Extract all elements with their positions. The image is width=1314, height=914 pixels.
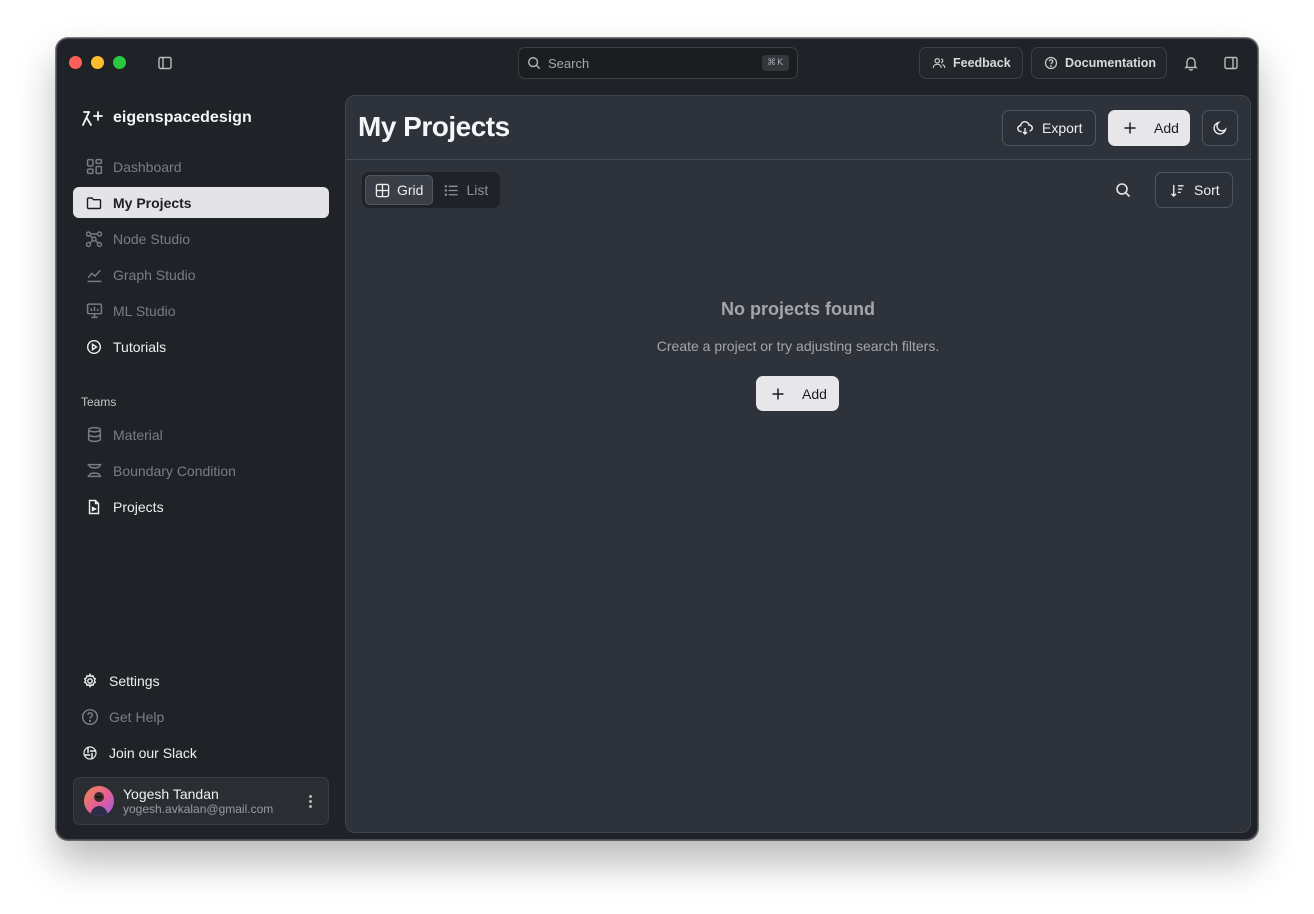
users-icon: [932, 56, 946, 70]
sidebar-item-ml-studio[interactable]: ML Studio: [73, 295, 329, 326]
plus-icon: [771, 387, 785, 401]
add-project-button[interactable]: Add: [1108, 110, 1190, 146]
sidebar-item-label: Settings: [109, 672, 160, 689]
list-view-tab[interactable]: List: [435, 175, 497, 205]
add-label: Add: [1154, 120, 1179, 136]
list-icon: [444, 183, 459, 198]
minimize-window-button[interactable]: [91, 56, 104, 69]
add-label: Add: [802, 385, 827, 402]
lambda-logo-icon: [81, 109, 105, 127]
sidebar-item-label: Get Help: [109, 708, 165, 725]
sort-button[interactable]: Sort: [1155, 172, 1233, 208]
grid-view-label: Grid: [397, 182, 424, 198]
search-input[interactable]: [548, 55, 756, 71]
export-button[interactable]: Export: [1002, 110, 1096, 146]
folder-icon: [85, 194, 103, 212]
user-name: Yogesh Tandan: [123, 785, 219, 802]
chart-line-icon: [85, 266, 103, 284]
cloud-download-icon: [1017, 120, 1033, 136]
sidebar-item-projects[interactable]: Projects: [73, 491, 329, 522]
presentation-icon: [85, 302, 103, 320]
user-email: yogesh.avkalan@gmail.com: [123, 801, 274, 816]
sort-label: Sort: [1194, 182, 1220, 198]
maximize-window-button[interactable]: [113, 56, 126, 69]
boundary-icon: [85, 462, 103, 480]
file-icon: [85, 498, 103, 516]
sidebar-item-get-help[interactable]: Get Help: [73, 701, 329, 732]
teams-section-label: Teams: [81, 395, 117, 409]
brand-name: eigenspacedesign: [113, 109, 252, 126]
gear-icon: [81, 672, 99, 690]
page-title: My Projects: [358, 111, 510, 142]
sidebar-toggle-icon[interactable]: [154, 52, 176, 74]
sidebar-item-label: Material: [113, 426, 163, 443]
documentation-label: Documentation: [1065, 56, 1156, 70]
sidebar-item-material[interactable]: Material: [73, 419, 329, 450]
sidebar-item-label: Dashboard: [113, 158, 182, 175]
shortcut-badge: ⌘K: [762, 55, 789, 71]
sidebar-item-label: My Projects: [113, 194, 192, 211]
database-icon: [85, 426, 103, 444]
avatar: [84, 786, 114, 816]
sidebar-item-node-studio[interactable]: Node Studio: [73, 223, 329, 254]
title-bar: ⌘K Feedback Documentation: [57, 39, 1257, 87]
view-toggle: Grid List: [362, 172, 501, 208]
sidebar-item-settings[interactable]: Settings: [73, 665, 329, 696]
main-panel: My Projects Export Add Grid List Sort No…: [345, 95, 1251, 833]
export-label: Export: [1042, 120, 1083, 136]
bell-icon[interactable]: [1180, 52, 1202, 74]
empty-state-description: Create a project or try adjusting search…: [656, 338, 940, 354]
sidebar-item-label: Boundary Condition: [113, 462, 236, 479]
right-panel-toggle-icon[interactable]: [1220, 52, 1242, 74]
dashboard-icon: [85, 158, 103, 176]
plus-icon: [1123, 121, 1137, 135]
sort-icon: [1170, 183, 1185, 198]
feedback-label: Feedback: [953, 56, 1011, 70]
search-bar[interactable]: ⌘K: [518, 47, 798, 79]
sidebar-item-graph-studio[interactable]: Graph Studio: [73, 259, 329, 290]
grid-icon: [375, 183, 390, 198]
nodes-icon: [85, 230, 103, 248]
sidebar-item-boundary-condition[interactable]: Boundary Condition: [73, 455, 329, 486]
sidebar-item-label: ML Studio: [113, 302, 176, 319]
user-profile-card[interactable]: Yogesh Tandan yogesh.avkalan@gmail.com: [73, 777, 329, 825]
list-view-label: List: [466, 182, 489, 198]
moon-icon: [1212, 120, 1228, 136]
header-divider: [346, 159, 1250, 160]
sidebar-item-label: Node Studio: [113, 230, 191, 247]
sidebar-item-label: Join our Slack: [109, 744, 197, 761]
app-window: ⌘K Feedback Documentation eigenspace: [56, 38, 1258, 840]
sidebar-item-join-slack[interactable]: Join our Slack: [73, 737, 329, 768]
sidebar-item-tutorials[interactable]: Tutorials: [73, 331, 329, 362]
grid-view-tab[interactable]: Grid: [365, 175, 434, 205]
brand[interactable]: eigenspacedesign: [81, 109, 252, 127]
sidebar-item-label: Tutorials: [113, 338, 167, 355]
sidebar: eigenspacedesign Dashboard My Projects N…: [57, 95, 345, 839]
help-circle-icon: [1044, 56, 1058, 70]
sidebar-item-dashboard[interactable]: Dashboard: [73, 151, 329, 182]
search-icon[interactable]: [1111, 178, 1135, 202]
play-circle-icon: [85, 338, 103, 356]
close-window-button[interactable]: [69, 56, 82, 69]
slack-icon: [81, 744, 99, 762]
empty-state-add-button[interactable]: Add: [756, 376, 839, 411]
more-options-icon[interactable]: [302, 794, 318, 808]
sidebar-item-my-projects[interactable]: My Projects: [73, 187, 329, 218]
sidebar-item-label: Graph Studio: [113, 266, 196, 283]
documentation-button[interactable]: Documentation: [1031, 47, 1167, 79]
theme-toggle-button[interactable]: [1202, 110, 1238, 146]
search-icon: [527, 56, 541, 70]
help-circle-icon: [81, 708, 99, 726]
empty-state-title: No projects found: [721, 299, 875, 319]
feedback-button[interactable]: Feedback: [919, 47, 1023, 79]
sidebar-item-label: Projects: [113, 498, 164, 515]
